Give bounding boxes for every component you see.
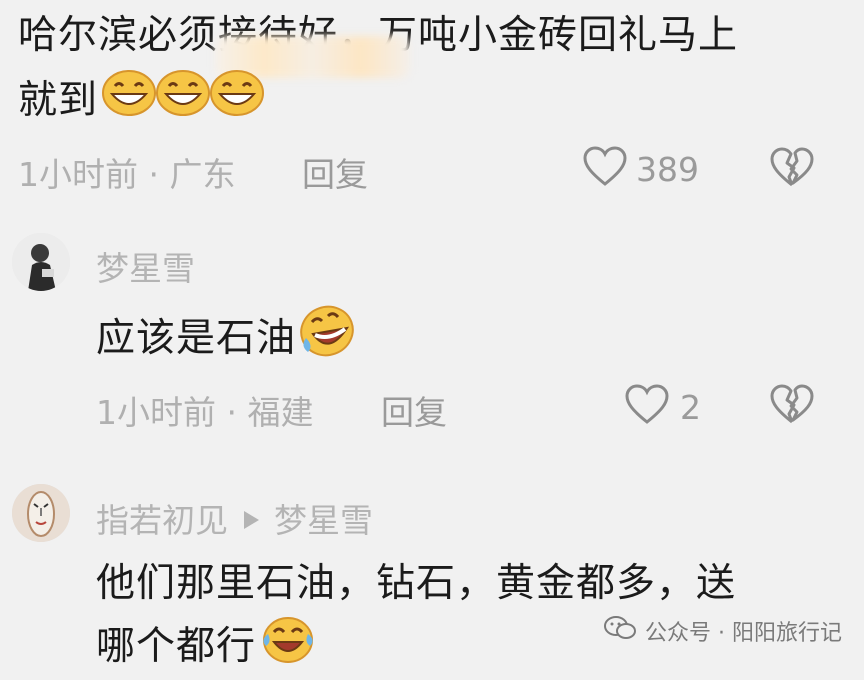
comment1-line2-text: 就到	[18, 78, 99, 123]
comment3-username[interactable]: 指若初见	[96, 494, 228, 542]
comment3-line2-text: 哪个都行	[96, 624, 257, 669]
comment2-like-button[interactable]: 2	[624, 384, 701, 430]
emoji-grinning-1	[102, 70, 157, 132]
comment1-text-line2: 就到	[18, 70, 265, 132]
comment2-username[interactable]: 梦星雪	[96, 242, 195, 290]
comment1-reply-button[interactable]: 回复	[302, 148, 368, 196]
comment3-reply-to[interactable]: 梦星雪	[274, 494, 373, 542]
comment1-time-location: 1小时前 · 广东	[18, 155, 236, 194]
broken-heart-icon	[768, 147, 816, 193]
comment1-like-button[interactable]: 389	[582, 146, 699, 192]
avatar-mengxingxue[interactable]	[12, 233, 70, 291]
comment2-text: 应该是石油	[96, 304, 356, 374]
heart-icon	[624, 384, 670, 430]
comment1-like-count: 389	[636, 149, 699, 189]
comment2-dislike-button[interactable]	[768, 384, 816, 430]
comment2-like-count: 2	[680, 387, 701, 427]
comment3-text-line2: 哪个都行	[96, 614, 316, 680]
watermark: 公众号 · 阳阳旅行记	[603, 615, 842, 647]
heart-icon	[582, 146, 628, 192]
play-arrow-icon	[242, 499, 260, 538]
comment3-header: 指若初见 梦星雪	[96, 494, 373, 542]
laughing-tears-emoji	[260, 614, 316, 680]
comment2-text-body: 应该是石油	[96, 316, 297, 361]
watermark-text: 公众号 · 阳阳旅行记	[645, 621, 842, 646]
emoji-grinning-2	[156, 70, 211, 132]
emoji-grinning-3	[210, 70, 265, 132]
avatar-zhiruochujian[interactable]	[12, 484, 70, 542]
wechat-icon	[603, 615, 637, 647]
comment3-text-line1: 他们那里石油，钻石，黄金都多，送	[96, 561, 737, 606]
broken-heart-icon	[768, 384, 816, 430]
rolling-laughing-emoji	[298, 304, 356, 374]
comment1-dislike-button[interactable]	[768, 147, 816, 193]
comment2-reply-button[interactable]: 回复	[381, 386, 447, 434]
comment2-time-location: 1小时前 · 福建	[96, 393, 314, 432]
